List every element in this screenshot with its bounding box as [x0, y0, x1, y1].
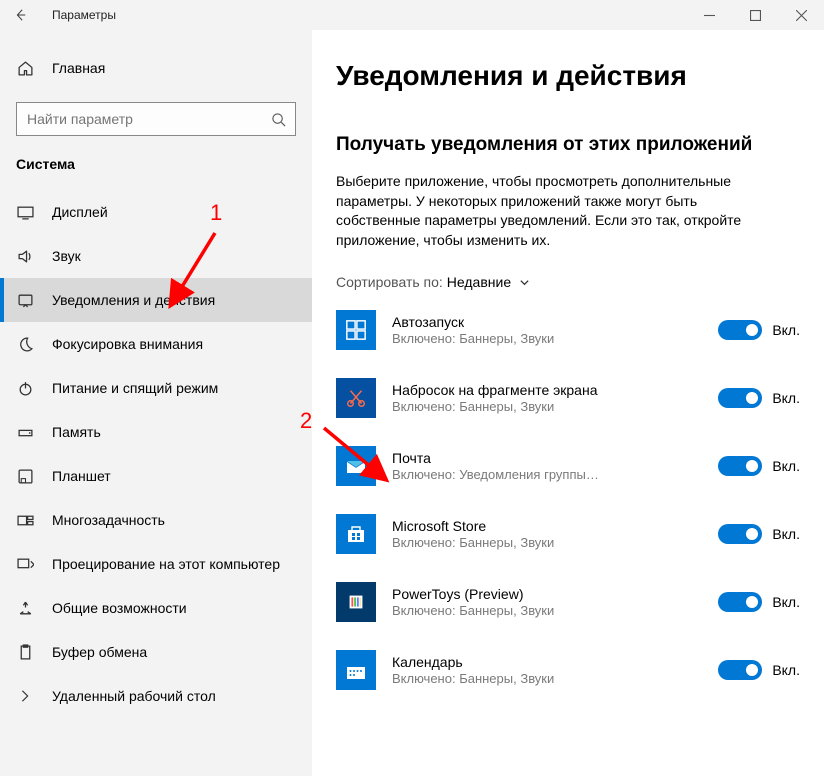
app-name: PowerToys (Preview)	[392, 585, 702, 603]
app-sub: Включено: Баннеры, Звуки	[392, 535, 602, 552]
title-bar: Параметры	[0, 0, 824, 30]
sidebar-item-tablet[interactable]: Планшет	[0, 454, 312, 498]
app-sub: Включено: Баннеры, Звуки	[392, 399, 602, 416]
toggle-state: Вкл.	[772, 594, 800, 610]
app-item-autoplay[interactable]: Автозапуск Включено: Баннеры, Звуки Вкл.	[336, 310, 800, 350]
toggle-state: Вкл.	[772, 390, 800, 406]
app-sub: Включено: Баннеры, Звуки	[392, 671, 602, 688]
moon-icon	[16, 335, 34, 353]
sound-icon	[16, 247, 34, 265]
app-sub: Включено: Баннеры, Звуки	[392, 603, 602, 620]
multitask-icon	[16, 511, 34, 529]
sidebar-item-label: Уведомления и действия	[52, 292, 312, 308]
chevron-right-icon	[16, 687, 34, 705]
app-name: Почта	[392, 449, 702, 467]
page-title: Уведомления и действия	[336, 60, 800, 92]
toggle-switch[interactable]	[718, 660, 762, 680]
power-icon	[16, 379, 34, 397]
mail-icon	[336, 446, 376, 486]
home-icon	[16, 59, 34, 77]
sidebar-item-label: Проецирование на этот компьютер	[52, 556, 312, 572]
section-heading: Получать уведомления от этих приложений	[336, 134, 800, 156]
search-icon	[271, 111, 287, 127]
sidebar-item-label: Дисплей	[52, 204, 312, 220]
app-name: Microsoft Store	[392, 517, 702, 535]
sidebar-item-label: Буфер обмена	[52, 644, 312, 660]
app-sub: Включено: Баннеры, Звуки	[392, 331, 602, 348]
app-item-mail[interactable]: Почта Включено: Уведомления группы… Вкл.	[336, 446, 800, 486]
calendar-icon	[336, 650, 376, 690]
back-button[interactable]	[6, 1, 34, 29]
content-area: Уведомления и действия Получать уведомле…	[312, 30, 824, 776]
app-list: Автозапуск Включено: Баннеры, Звуки Вкл.…	[336, 310, 800, 690]
sidebar-section-system: Система	[0, 156, 312, 172]
shared-icon	[16, 599, 34, 617]
sidebar-item-shared[interactable]: Общие возможности	[0, 586, 312, 630]
clipboard-icon	[16, 643, 34, 661]
toggle-state: Вкл.	[772, 662, 800, 678]
sidebar-item-clipboard[interactable]: Буфер обмена	[0, 630, 312, 674]
sidebar-item-display[interactable]: Дисплей	[0, 190, 312, 234]
window-title: Параметры	[52, 8, 116, 22]
toggle-switch[interactable]	[718, 524, 762, 544]
autoplay-icon	[336, 310, 376, 350]
sidebar-item-label: Удаленный рабочий стол	[52, 688, 312, 704]
app-name: Автозапуск	[392, 313, 702, 331]
sidebar-item-label: Память	[52, 424, 312, 440]
close-button[interactable]	[778, 0, 824, 30]
sidebar-item-label: Питание и спящий режим	[52, 380, 312, 396]
app-sub: Включено: Уведомления группы…	[392, 467, 602, 484]
chevron-down-icon	[519, 277, 530, 288]
store-icon	[336, 514, 376, 554]
sidebar-item-focus[interactable]: Фокусировка внимания	[0, 322, 312, 366]
tablet-icon	[16, 467, 34, 485]
sort-value: Недавние	[447, 274, 511, 290]
snip-icon	[336, 378, 376, 418]
sidebar-item-power[interactable]: Питание и спящий режим	[0, 366, 312, 410]
sort-dropdown[interactable]: Сортировать по: Недавние	[336, 274, 800, 290]
window-controls	[686, 0, 824, 30]
section-description: Выберите приложение, чтобы просмотреть д…	[336, 172, 766, 250]
sidebar-item-label: Звук	[52, 248, 312, 264]
sidebar-item-projecting[interactable]: Проецирование на этот компьютер	[0, 542, 312, 586]
toggle-state: Вкл.	[772, 526, 800, 542]
sidebar-item-remote[interactable]: Удаленный рабочий стол	[0, 674, 312, 718]
app-name: Календарь	[392, 653, 702, 671]
minimize-button[interactable]	[686, 0, 732, 30]
sidebar-item-storage[interactable]: Память	[0, 410, 312, 454]
sidebar-item-label: Общие возможности	[52, 600, 312, 616]
toggle-switch[interactable]	[718, 388, 762, 408]
search-box[interactable]	[16, 102, 296, 136]
app-item-powertoys[interactable]: PowerToys (Preview) Включено: Баннеры, З…	[336, 582, 800, 622]
sidebar: Главная Система Дисплей Звук	[0, 30, 312, 776]
powertoys-icon	[336, 582, 376, 622]
project-icon	[16, 555, 34, 573]
toggle-state: Вкл.	[772, 322, 800, 338]
sidebar-item-notifications[interactable]: Уведомления и действия	[0, 278, 312, 322]
sidebar-item-sound[interactable]: Звук	[0, 234, 312, 278]
sidebar-item-label: Планшет	[52, 468, 312, 484]
toggle-switch[interactable]	[718, 592, 762, 612]
maximize-button[interactable]	[732, 0, 778, 30]
search-input[interactable]	[25, 110, 271, 128]
annotation-number-2: 2	[300, 408, 312, 434]
app-name: Набросок на фрагменте экрана	[392, 381, 702, 399]
sidebar-item-label: Многозадачность	[52, 512, 312, 528]
sidebar-item-label: Фокусировка внимания	[52, 336, 312, 352]
annotation-number-1: 1	[210, 200, 222, 226]
sidebar-home-label: Главная	[52, 60, 105, 76]
sidebar-item-multitask[interactable]: Многозадачность	[0, 498, 312, 542]
notification-icon	[16, 291, 34, 309]
display-icon	[16, 203, 34, 221]
toggle-switch[interactable]	[718, 320, 762, 340]
storage-icon	[16, 423, 34, 441]
app-item-store[interactable]: Microsoft Store Включено: Баннеры, Звуки…	[336, 514, 800, 554]
app-item-snip[interactable]: Набросок на фрагменте экрана Включено: Б…	[336, 378, 800, 418]
app-item-calendar[interactable]: Календарь Включено: Баннеры, Звуки Вкл.	[336, 650, 800, 690]
sidebar-home[interactable]: Главная	[0, 48, 312, 88]
toggle-switch[interactable]	[718, 456, 762, 476]
sort-label: Сортировать по:	[336, 274, 443, 290]
toggle-state: Вкл.	[772, 458, 800, 474]
